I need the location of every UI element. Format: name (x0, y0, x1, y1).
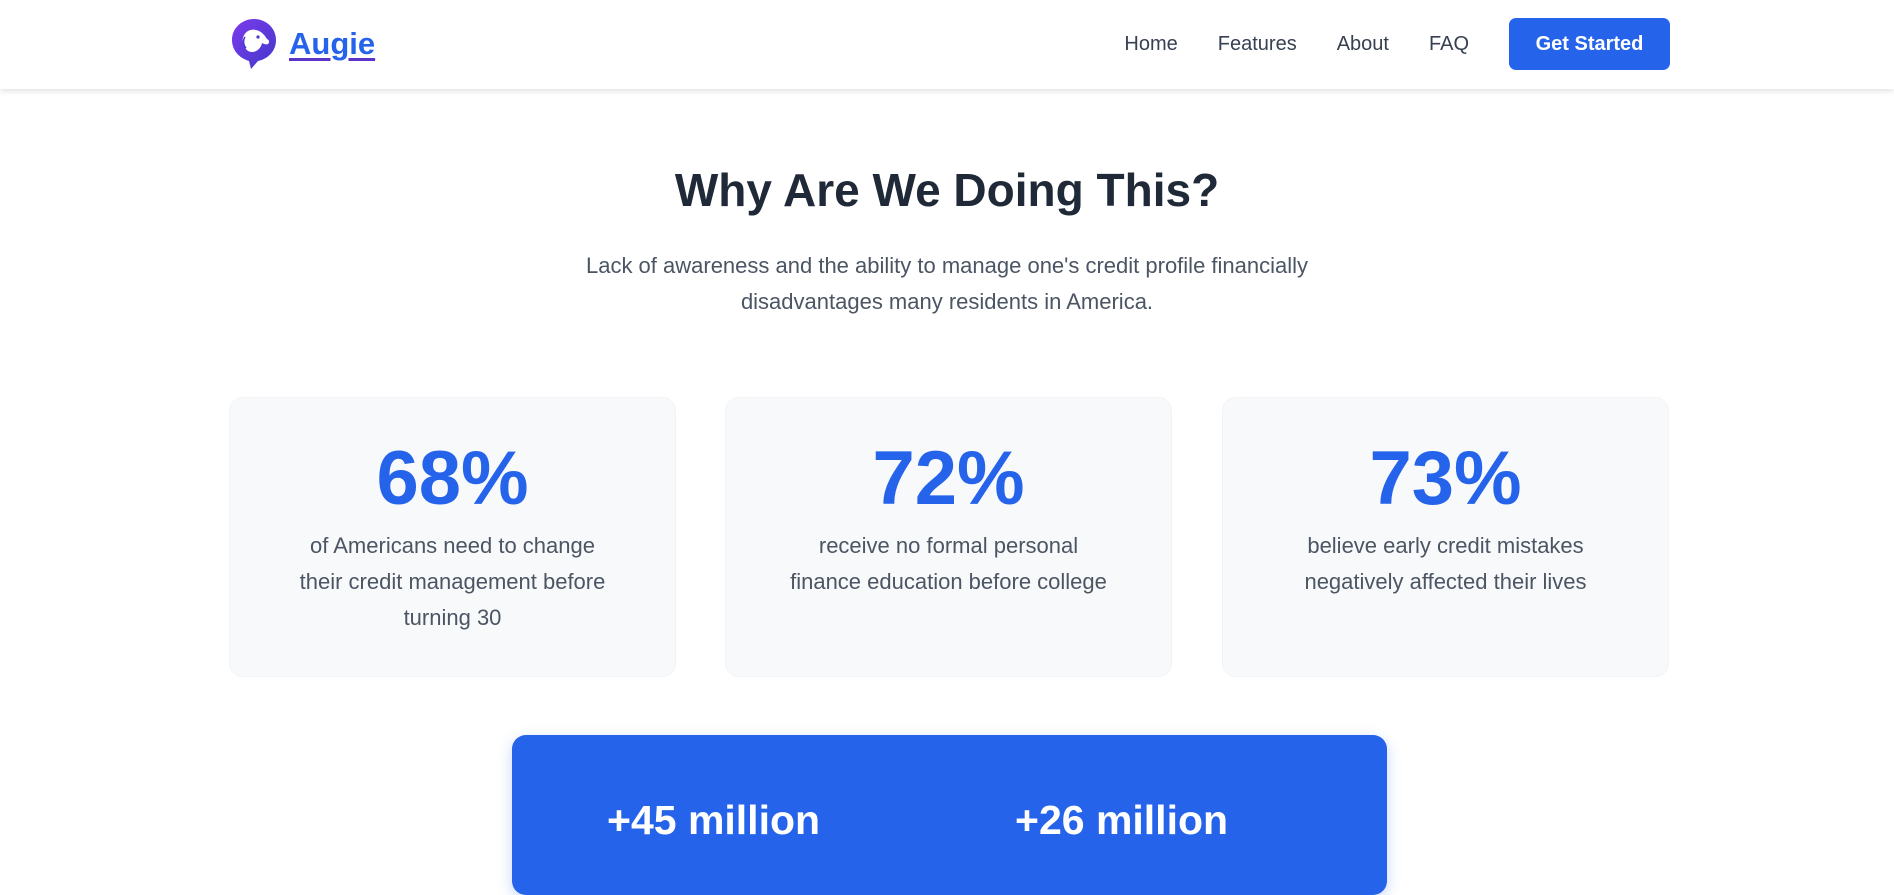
section-subtitle: Lack of awareness and the ability to man… (547, 248, 1347, 320)
stat-line: believe early credit mistakes (1307, 533, 1584, 558)
stat-description: of Americans need to change their credit… (280, 528, 625, 636)
nav-link-features[interactable]: Features (1218, 33, 1297, 56)
panel-stat-26-million: +26 million (1015, 797, 1229, 843)
nav-link-about[interactable]: About (1337, 33, 1389, 56)
subtitle-line-2: disadvantages many residents in America. (740, 289, 1154, 314)
nav-link-home[interactable]: Home (1124, 33, 1177, 56)
nav-link-faq[interactable]: FAQ (1429, 33, 1469, 56)
impact-panel: +45 million +26 million (512, 735, 1387, 895)
dog-logo-icon (232, 19, 276, 69)
stat-value: 68% (376, 436, 529, 521)
stat-description: believe early credit mistakes negatively… (1273, 528, 1618, 600)
get-started-button[interactable]: Get Started (1509, 18, 1670, 70)
stat-line: of Americans need to change (310, 533, 595, 558)
stat-card-68: 68% of Americans need to change their cr… (229, 397, 676, 677)
main-nav: Home Features About FAQ Get Started (1124, 18, 1670, 70)
stat-line: negatively affected their lives (1304, 569, 1587, 594)
stat-line: turning 30 (403, 605, 502, 630)
section-title: Why Are We Doing This? (674, 164, 1220, 216)
panel-stat-45-million: +45 million (607, 797, 821, 843)
brand-name[interactable]: Augie (289, 26, 375, 62)
site-header: Augie Home Features About FAQ Get Starte… (0, 0, 1894, 89)
stat-card-73: 73% believe early credit mistakes negati… (1222, 397, 1669, 677)
stat-card-72: 72% receive no formal personal finance e… (725, 397, 1172, 677)
stat-line: finance education before college (790, 569, 1107, 594)
stat-line: receive no formal personal (818, 533, 1079, 558)
stat-value: 72% (872, 436, 1025, 521)
brand-link[interactable]: Augie (231, 18, 375, 70)
stat-value: 73% (1369, 436, 1522, 521)
stat-line: their credit management before (299, 569, 606, 594)
subtitle-line-1: Lack of awareness and the ability to man… (585, 253, 1309, 278)
stat-description: receive no formal personal finance educa… (776, 528, 1121, 600)
